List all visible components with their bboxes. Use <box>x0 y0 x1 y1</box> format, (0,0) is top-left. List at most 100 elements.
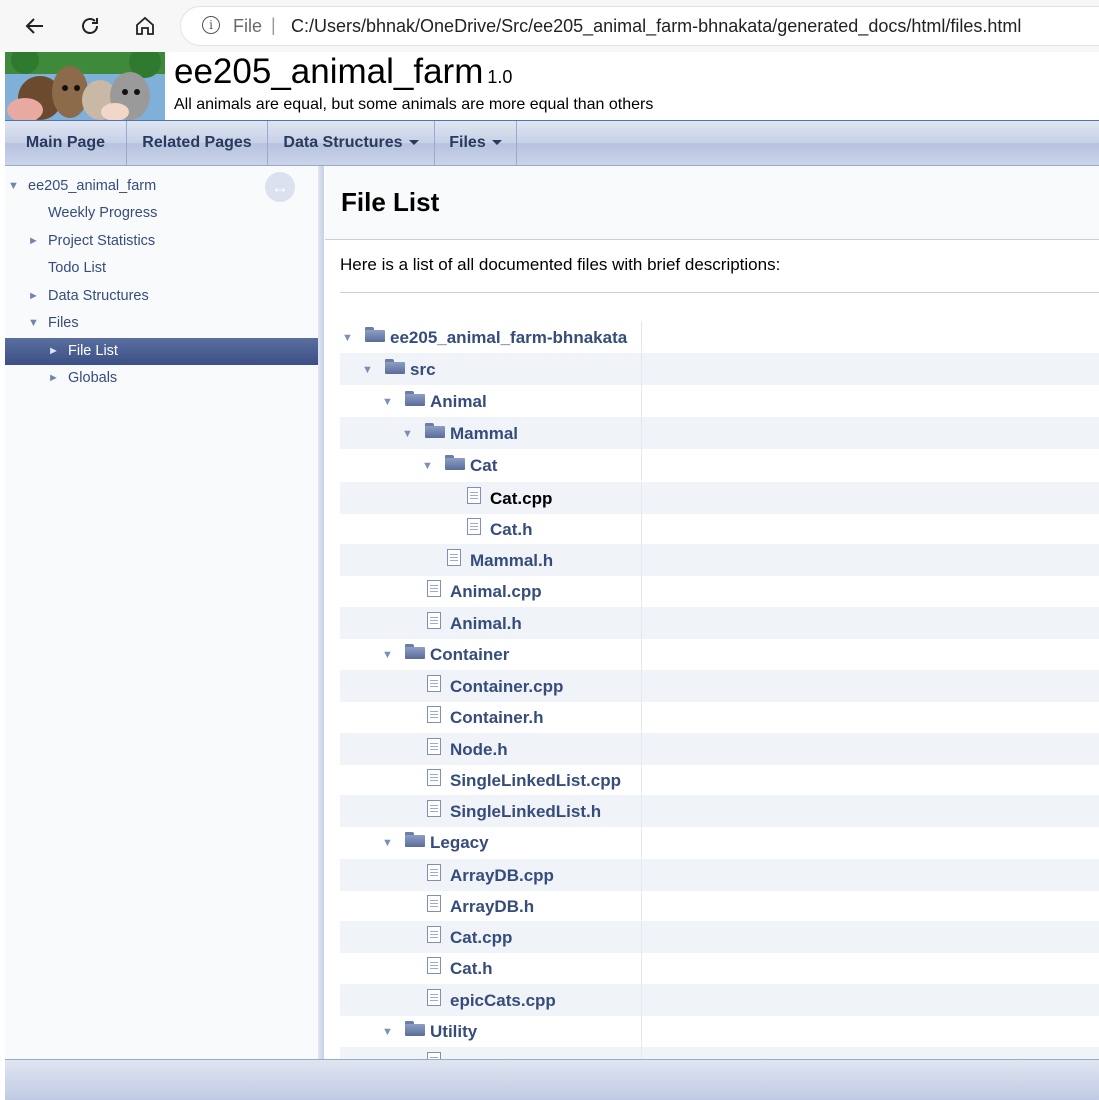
menu-data-structures[interactable]: Data Structures <box>268 121 435 165</box>
file-link[interactable]: Container.cpp <box>450 677 563 697</box>
address-separator: | <box>271 15 276 35</box>
sidebar-item-label: Files <box>48 315 79 331</box>
intro-text: Here is a list of all documented files w… <box>340 255 781 274</box>
sidebar-item[interactable]: ► Data Structures <box>5 283 318 310</box>
folder-icon <box>405 832 425 847</box>
file-icon <box>467 487 481 504</box>
folder-link[interactable]: Legacy <box>430 833 489 853</box>
file-icon <box>427 926 441 943</box>
expand-arrow-icon[interactable]: ▼ <box>342 332 353 344</box>
tree-cell: ▼ Legacy <box>340 826 642 858</box>
file-link[interactable]: Mammal.h <box>470 551 553 571</box>
refresh-icon[interactable] <box>73 9 107 43</box>
tree-cell: SingleLinkedList.h <box>340 795 642 827</box>
expand-arrow-icon[interactable]: ▼ <box>362 364 373 376</box>
tree-cell: ▼ Cat <box>340 449 642 481</box>
folder-link[interactable]: src <box>410 360 436 380</box>
expand-arrow-icon[interactable]: ▼ <box>382 396 393 408</box>
expand-arrow-icon[interactable]: ▼ <box>382 649 393 661</box>
tree-cell <box>340 1047 642 1059</box>
expand-arrow-icon[interactable]: ▼ <box>422 460 433 472</box>
file-link[interactable]: epicCats.cpp <box>450 991 556 1011</box>
main-content: File List Here is a list of all document… <box>325 166 1099 1059</box>
folder-link[interactable]: Mammal <box>450 424 518 444</box>
folder-link[interactable]: Container <box>430 645 509 665</box>
info-icon[interactable]: i <box>202 16 220 34</box>
address-bar[interactable]: i File | C:/Users/bhnak/OneDrive/Src/ee2… <box>180 6 1099 46</box>
folder-link[interactable]: Utility <box>430 1022 477 1042</box>
address-url[interactable]: C:/Users/bhnak/OneDrive/Src/ee205_animal… <box>291 16 1021 37</box>
file-link[interactable]: Cat.cpp <box>450 928 512 948</box>
folder-icon <box>445 455 465 470</box>
file-link[interactable]: Animal.h <box>450 614 522 634</box>
file-link[interactable]: ArrayDB.h <box>450 897 534 917</box>
tree-cell: Mammal.h <box>340 544 642 576</box>
sidebar-item[interactable]: Weekly Progress <box>5 200 318 227</box>
expand-arrow-icon[interactable]: ▼ <box>382 837 393 849</box>
project-name: ee205_animal_farm 1.0 <box>174 52 512 92</box>
menu-related-pages[interactable]: Related Pages <box>127 121 268 165</box>
tree-cell: epicCats.cpp <box>340 984 642 1016</box>
file-link[interactable]: Container.h <box>450 708 544 728</box>
splitter-handle[interactable] <box>318 166 324 1059</box>
file-row: Container.cpp <box>340 670 1099 702</box>
project-logo <box>5 52 165 120</box>
file-link[interactable]: SingleLinkedList.cpp <box>450 771 621 791</box>
file-link[interactable]: Animal.cpp <box>450 582 542 602</box>
project-number: 1.0 <box>487 67 513 87</box>
file-icon <box>467 518 481 535</box>
expand-arrow-icon[interactable]: ▼ <box>8 173 19 200</box>
footer-bar <box>5 1059 1099 1100</box>
file-icon <box>427 989 441 1006</box>
file-icon <box>427 957 441 974</box>
folder-row: ▼ src <box>340 353 1099 385</box>
collapse-arrow-icon[interactable]: ► <box>48 338 59 365</box>
sidebar-item[interactable]: ► Project Statistics <box>5 228 318 255</box>
main-menu: Main Page Related Pages Data Structures … <box>5 121 1099 166</box>
sidebar-item[interactable]: ► File List <box>5 338 318 365</box>
file-row: Cat.h <box>340 513 1099 545</box>
file-row: ArrayDB.cpp <box>340 859 1099 891</box>
menu-label: Files <box>449 134 486 151</box>
home-icon[interactable] <box>128 9 162 43</box>
file-link[interactable]: SingleLinkedList.h <box>450 802 601 822</box>
project-header: ee205_animal_farm 1.0 All animals are equ… <box>5 52 1099 121</box>
tree-cell: ▼ Container <box>340 638 642 670</box>
collapse-arrow-icon[interactable]: ► <box>28 228 39 255</box>
file-link[interactable]: Cat.h <box>450 959 493 979</box>
file-icon <box>427 769 441 786</box>
folder-link[interactable]: Animal <box>430 392 487 412</box>
file-link[interactable]: Cat.h <box>490 520 533 540</box>
collapse-arrow-icon[interactable]: ► <box>48 365 59 392</box>
dropdown-caret-icon <box>408 140 419 146</box>
sidebar-item[interactable]: ▼ Files <box>5 310 318 337</box>
sidebar-item[interactable]: ▼ ee205_animal_farm <box>5 173 318 200</box>
file-icon <box>427 675 441 692</box>
menu-main-page[interactable]: Main Page <box>5 121 127 165</box>
tree-cell: Node.h <box>340 733 642 765</box>
side-nav-tree: ↔ ▼ ee205_animal_farm Weekly Progress ► Proj… <box>5 166 319 1059</box>
folder-link[interactable]: Cat <box>470 456 497 476</box>
file-link[interactable]: Node.h <box>450 740 508 760</box>
expand-arrow-icon[interactable]: ▼ <box>402 428 413 440</box>
tree-cell: Cat.cpp <box>340 921 642 953</box>
project-brief: All animals are equal, but some animals … <box>174 96 654 113</box>
sidebar-item[interactable]: Todo List <box>5 255 318 282</box>
back-arrow-icon[interactable] <box>18 9 52 43</box>
file-row: Mammal.h <box>340 544 1099 576</box>
expand-arrow-icon[interactable]: ▼ <box>28 310 39 337</box>
folder-icon <box>405 1021 425 1036</box>
sidebar-item-label: File List <box>68 343 118 359</box>
tree-cell: Animal.h <box>340 607 642 639</box>
menu-label: Related Pages <box>142 134 252 151</box>
sidebar-item[interactable]: ► Globals <box>5 365 318 392</box>
file-link[interactable]: Cat.cpp <box>490 489 552 509</box>
menu-files[interactable]: Files <box>435 121 517 165</box>
file-link[interactable]: ArrayDB.cpp <box>450 866 554 886</box>
collapse-arrow-icon[interactable]: ► <box>28 283 39 310</box>
file-row: epicCats.cpp <box>340 984 1099 1016</box>
expand-arrow-icon[interactable]: ▼ <box>382 1026 393 1038</box>
folder-link[interactable]: ee205_animal_farm-bhnakata <box>390 328 627 348</box>
file-icon <box>427 580 441 597</box>
file-row: SingleLinkedList.cpp <box>340 764 1099 796</box>
